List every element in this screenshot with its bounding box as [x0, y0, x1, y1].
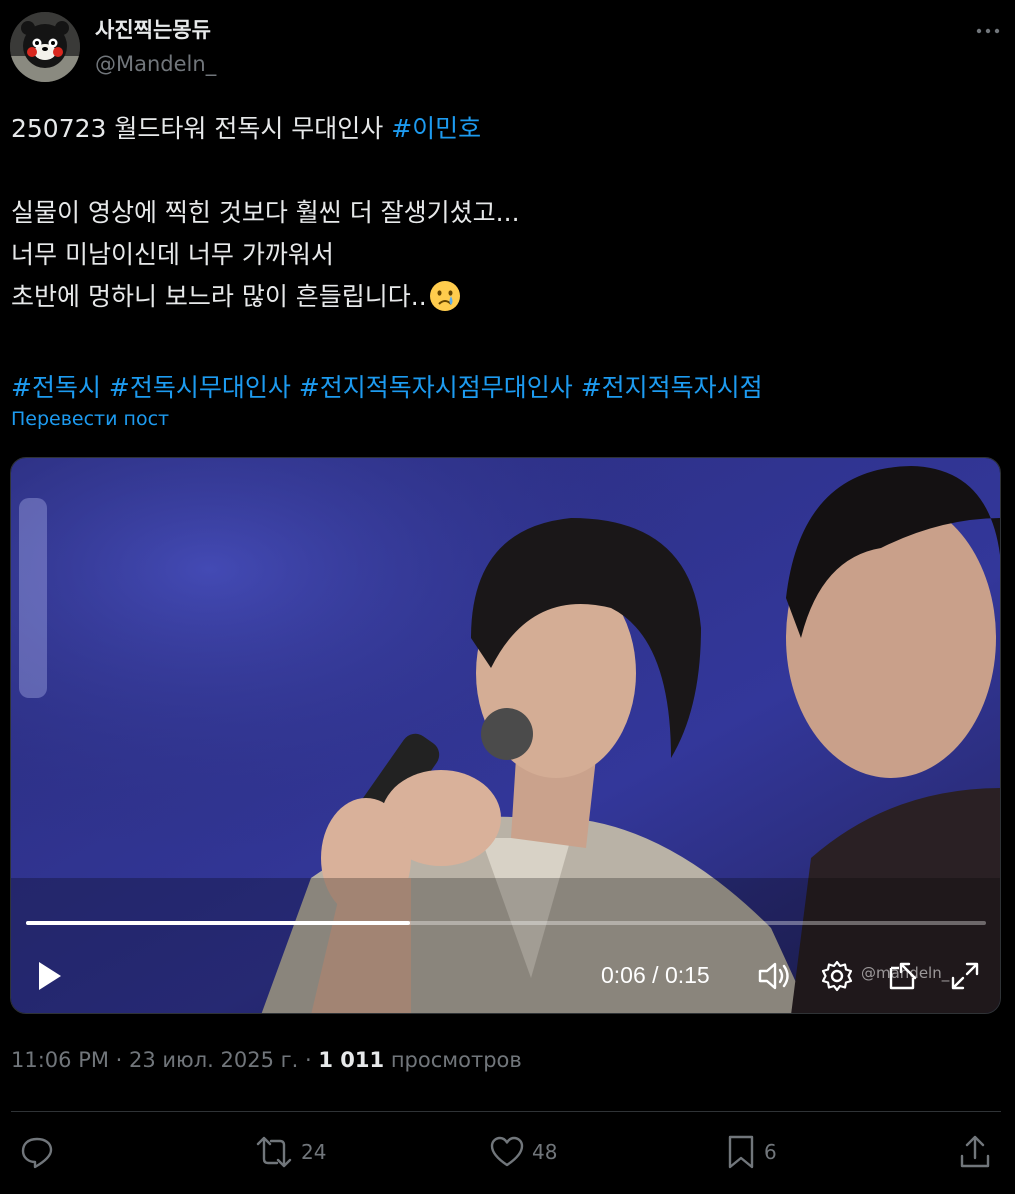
volume-icon	[758, 962, 789, 990]
reply-button[interactable]	[20, 1132, 62, 1172]
video-player[interactable]: 0:06 / 0:15 @mandeln_	[10, 457, 1001, 1014]
tweet-text: 250723 월드타워 전독시 무대인사 #이민호 실물이 영상에 찍힌 것보다…	[11, 108, 1001, 409]
video-progress-bar[interactable]	[26, 921, 986, 925]
author-handle[interactable]: @Mandeln_	[95, 52, 216, 76]
tweet-date[interactable]: 23 июл. 2025 г.	[129, 1048, 298, 1072]
tweet-meta: 11:06 PM · 23 июл. 2025 г. · 1 011 просм…	[11, 1048, 522, 1072]
fullscreen-button[interactable]	[947, 958, 983, 998]
crying-face-emoji-icon	[429, 280, 461, 325]
duration: 0:15	[664, 962, 710, 988]
hashtag-link[interactable]: #전지적독자시점무대인사	[299, 373, 573, 402]
fullscreen-icon	[951, 962, 979, 990]
reply-icon	[21, 1137, 53, 1169]
bookmark-icon	[728, 1135, 754, 1169]
views-count: 1 011	[318, 1048, 385, 1072]
views-label: просмотров	[384, 1048, 522, 1072]
bookmark-button[interactable]: 6	[726, 1132, 777, 1172]
video-progress-fill	[26, 921, 410, 925]
tweet-line-4-text: 초반에 멍하니 보느라 많이 흔들립니다..	[11, 282, 427, 311]
hashtag-link[interactable]: #전지적독자시점	[581, 373, 763, 402]
retweet-button[interactable]: 24	[255, 1132, 326, 1172]
hashtag-link[interactable]: #전독시	[11, 373, 101, 402]
volume-button[interactable]	[756, 958, 792, 998]
divider	[11, 1111, 1001, 1112]
hashtag-link[interactable]: #전독시무대인사	[109, 373, 291, 402]
settings-button[interactable]	[819, 958, 855, 998]
tweet-time[interactable]: 11:06 PM	[11, 1048, 109, 1072]
tweet-line-2: 실물이 영상에 찍힌 것보다 훨씬 더 잘생기셨고...	[11, 198, 520, 227]
pip-icon	[889, 962, 917, 990]
retweet-count: 24	[301, 1140, 327, 1164]
bookmark-count: 6	[764, 1140, 777, 1164]
author-display-name[interactable]: 사진찍는몽듀	[95, 14, 211, 44]
like-button[interactable]: 48	[490, 1132, 557, 1172]
play-button[interactable]	[35, 959, 65, 997]
video-frame	[11, 458, 1000, 1013]
current-time: 0:06	[601, 962, 646, 988]
heart-icon	[490, 1136, 524, 1167]
tweet-line-1: 250723 월드타워 전독시 무대인사 #이민호	[11, 108, 1001, 150]
author-avatar[interactable]	[10, 12, 80, 82]
tweet-line-1-text: 250723 월드타워 전독시 무대인사	[11, 114, 392, 143]
like-count: 48	[532, 1140, 558, 1164]
retweet-icon	[256, 1136, 292, 1168]
share-icon	[960, 1135, 990, 1168]
share-button[interactable]	[958, 1132, 992, 1172]
translate-post-link[interactable]: Перевести пост	[11, 408, 169, 430]
more-dots-icon	[976, 28, 1000, 34]
video-time: 0:06 / 0:15	[601, 962, 710, 988]
play-icon	[39, 962, 61, 990]
hashtag-link[interactable]: #이민호	[391, 114, 481, 143]
tweet-line-4: 초반에 멍하니 보느라 많이 흔들립니다..	[11, 276, 1001, 325]
mascot-bear-avatar-icon	[10, 12, 80, 82]
gear-icon	[821, 960, 853, 992]
more-options-button[interactable]	[973, 18, 1003, 44]
picture-in-picture-button[interactable]	[885, 958, 921, 998]
tweet-line-3: 너무 미남이신데 너무 가까워서	[11, 240, 334, 269]
hashtag-line: #전독시 #전독시무대인사 #전지적독자시점무대인사 #전지적독자시점	[11, 367, 1001, 409]
